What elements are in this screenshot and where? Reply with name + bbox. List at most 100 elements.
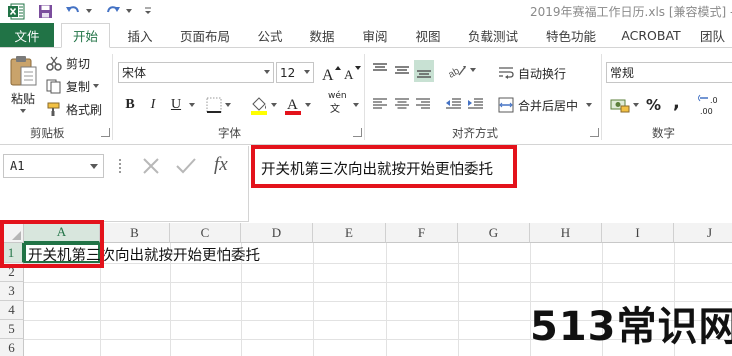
row-header-4[interactable]: 4 [0, 301, 24, 320]
fill-color-icon [251, 97, 267, 115]
increase-font-button[interactable]: A [321, 62, 341, 83]
format-painter-label: 格式刷 [66, 102, 103, 117]
name-box[interactable]: A1 [3, 154, 104, 178]
column-header-h[interactable]: H [530, 223, 602, 243]
column-header-d[interactable]: D [241, 223, 313, 243]
align-bottom-button[interactable] [414, 60, 434, 82]
redo-icon[interactable] [104, 2, 122, 20]
group-separator [364, 54, 365, 140]
column-header-g[interactable]: G [458, 223, 530, 243]
column-header-i[interactable]: I [602, 223, 674, 243]
title-bar: 2019年赛福工作日历.xls [兼容模式] - [0, 0, 732, 23]
tab-view[interactable]: 视图 [408, 23, 448, 47]
row-header-1[interactable]: 1 [0, 243, 24, 263]
column-header-j[interactable]: J [674, 223, 732, 243]
number-format-combo[interactable]: 常规 [606, 62, 732, 83]
align-left-button[interactable] [371, 96, 389, 112]
align-middle-button[interactable] [393, 62, 411, 78]
row-header-3[interactable]: 3 [0, 282, 24, 301]
italic-button[interactable]: I [145, 95, 161, 115]
save-icon[interactable] [36, 2, 54, 20]
underline-dropdown-icon[interactable] [189, 103, 195, 107]
alignment-launcher-icon[interactable] [590, 128, 599, 137]
paste-label: 粘贴 [10, 92, 35, 106]
border-button[interactable] [206, 95, 231, 115]
cut-button[interactable]: 剪切 [46, 54, 90, 72]
select-all-button[interactable] [0, 223, 24, 243]
align-left-icon [373, 98, 387, 109]
decrease-indent-icon [446, 98, 461, 109]
decrease-indent-button[interactable] [444, 96, 462, 112]
row-header-2[interactable]: 2 [0, 263, 24, 282]
font-launcher-icon[interactable] [353, 128, 362, 137]
fill-color-button[interactable] [250, 94, 277, 116]
phonetic-dropdown-icon[interactable] [353, 103, 359, 107]
row-header-5[interactable]: 5 [0, 320, 24, 339]
bold-button[interactable]: B [122, 95, 138, 115]
svg-text:ab: ab [447, 65, 462, 78]
tab-page-layout[interactable]: 页面布局 [172, 23, 238, 47]
undo-dropdown-icon[interactable] [84, 2, 94, 20]
orientation-button[interactable]: ab [447, 62, 476, 78]
insert-function-button[interactable]: fx [214, 152, 228, 178]
accounting-format-button[interactable] [610, 95, 639, 115]
formula-bar-grip[interactable] [118, 156, 121, 176]
comma-button[interactable]: , [673, 92, 680, 113]
font-name-combo[interactable]: 宋体 [118, 62, 274, 83]
align-right-button[interactable] [414, 96, 432, 112]
redo-dropdown-icon[interactable] [124, 2, 134, 20]
cancel-entry-button[interactable] [141, 156, 161, 176]
increase-decimal-button[interactable]: .0.00 [698, 93, 728, 117]
increase-indent-button[interactable] [466, 96, 484, 112]
clipboard-launcher-icon[interactable] [101, 128, 110, 137]
decrease-font-icon: A [344, 65, 361, 82]
watermark: 513常识网 [530, 304, 732, 350]
phonetic-button[interactable]: wén 文 [328, 92, 347, 116]
column-header-b[interactable]: B [100, 223, 170, 243]
formula-input[interactable]: 开关机第三次向出就按开始更怕委托 [248, 146, 732, 222]
tab-team[interactable]: 团队 [700, 23, 732, 47]
align-right-icon [416, 98, 430, 109]
align-center-button[interactable] [393, 96, 411, 112]
font-size-combo[interactable]: 12 [276, 62, 314, 83]
tab-home[interactable]: 开始 [61, 23, 110, 48]
align-top-button[interactable] [371, 62, 389, 78]
accounting-icon [610, 99, 630, 113]
paste-button[interactable]: 粘贴 [6, 55, 40, 121]
font-color-icon: A [285, 97, 301, 115]
wrap-text-button[interactable]: 自动换行 [498, 63, 566, 83]
font-size-dropdown-icon[interactable] [304, 70, 310, 74]
row-header-6[interactable]: 6 [0, 339, 24, 356]
column-header-f[interactable]: F [386, 223, 458, 243]
group-separator [601, 54, 602, 140]
name-box-dropdown-icon[interactable] [90, 164, 98, 169]
percent-button[interactable]: % [646, 95, 661, 115]
copy-dropdown-icon[interactable] [93, 84, 100, 88]
column-header-c[interactable]: C [170, 223, 241, 243]
font-name-dropdown-icon[interactable] [264, 70, 270, 74]
tab-file[interactable]: 文件 [0, 23, 54, 47]
tab-acrobat[interactable]: ACROBAT [615, 23, 687, 47]
customize-icon[interactable] [143, 2, 153, 20]
tab-review[interactable]: 审阅 [355, 23, 395, 47]
underline-button[interactable]: U [168, 95, 184, 115]
confirm-entry-button[interactable] [175, 156, 197, 176]
undo-icon[interactable] [64, 2, 82, 20]
number-format-value: 常规 [610, 66, 635, 80]
format-painter-button[interactable]: 格式刷 [46, 100, 102, 118]
font-color-button[interactable]: A [284, 94, 311, 116]
tab-data[interactable]: 数据 [302, 23, 342, 47]
merge-center-button[interactable]: 合并后居中 [498, 95, 593, 115]
tab-formulas[interactable]: 公式 [250, 23, 290, 47]
decrease-font-button[interactable]: A [343, 62, 361, 83]
svg-text:A: A [287, 97, 298, 113]
tab-featured[interactable]: 特色功能 [538, 23, 604, 47]
column-header-e[interactable]: E [313, 223, 386, 243]
tab-insert[interactable]: 插入 [118, 23, 162, 47]
merge-center-icon [498, 97, 514, 113]
tab-load-test[interactable]: 负载测试 [460, 23, 526, 47]
column-header-a[interactable]: A [24, 223, 100, 243]
copy-button[interactable]: 复制 [46, 77, 100, 95]
paste-dropdown-icon[interactable] [20, 109, 26, 113]
merge-center-dropdown-icon[interactable] [586, 103, 593, 107]
